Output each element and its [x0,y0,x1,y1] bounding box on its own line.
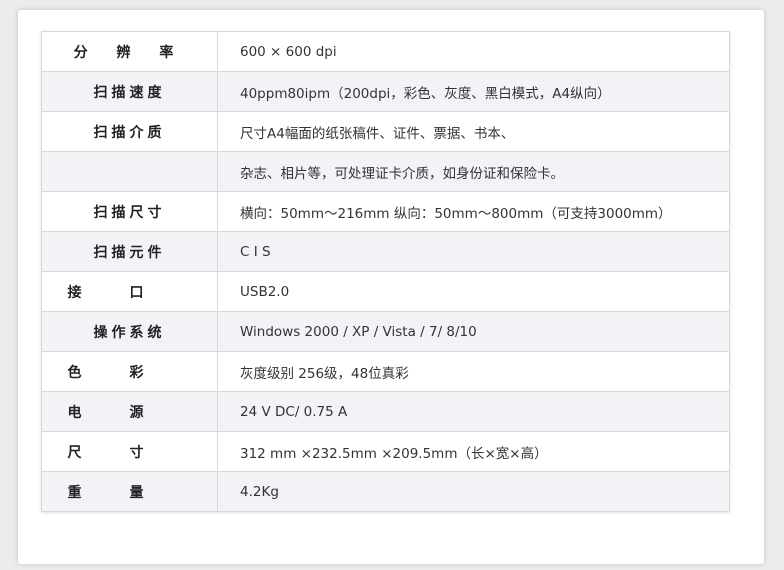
spec-label [41,151,218,192]
spec-table: 分 辨 率 600 × 600 dpi 扫描速度 40ppm80ipm（200d… [41,31,730,512]
spec-card: 分 辨 率 600 × 600 dpi 扫描速度 40ppm80ipm（200d… [18,10,764,564]
spec-label: 操作系统 [41,311,218,352]
spec-value: C I S [217,231,730,272]
table-row: 电源 24 V DC/ 0.75 A [41,391,730,432]
table-row: 扫描速度 40ppm80ipm（200dpi，彩色、灰度、黑白模式，A4纵向） [41,71,730,112]
spec-label: 尺寸 [41,431,218,472]
table-row: 扫描介质 尺寸A4幅面的纸张稿件、证件、票据、书本、 [41,111,730,152]
spec-label: 电源 [41,391,218,432]
table-row: 操作系统 Windows 2000 / XP / Vista / 7/ 8/10 [41,311,730,352]
spec-value: Windows 2000 / XP / Vista / 7/ 8/10 [217,311,730,352]
table-row: 接口 USB2.0 [41,271,730,312]
spec-label: 扫描速度 [41,71,218,112]
table-row: 重量 4.2Kg [41,471,730,512]
spec-value: 600 × 600 dpi [217,31,730,72]
table-row: 分 辨 率 600 × 600 dpi [41,31,730,72]
spec-value: 横向：50mm～216mm 纵向：50mm～800mm（可支持3000mm） [217,191,730,232]
spec-value: 4.2Kg [217,471,730,512]
spec-label: 重量 [41,471,218,512]
table-row: 扫描元件 C I S [41,231,730,272]
spec-value: 40ppm80ipm（200dpi，彩色、灰度、黑白模式，A4纵向） [217,71,730,112]
table-row: 尺寸 312 mm ×232.5mm ×209.5mm（长×宽×高） [41,431,730,472]
spec-label: 接口 [41,271,218,312]
spec-value: 24 V DC/ 0.75 A [217,391,730,432]
table-row: 扫描尺寸 横向：50mm～216mm 纵向：50mm～800mm（可支持3000… [41,191,730,232]
spec-label: 扫描介质 [41,111,218,152]
spec-value: 312 mm ×232.5mm ×209.5mm（长×宽×高） [217,431,730,472]
spec-label: 分 辨 率 [41,31,218,72]
spec-label: 扫描元件 [41,231,218,272]
spec-value: 杂志、相片等，可处理证卡介质，如身份证和保险卡。 [217,151,730,192]
spec-value: 尺寸A4幅面的纸张稿件、证件、票据、书本、 [217,111,730,152]
table-row: 色彩 灰度级别 256级，48位真彩 [41,351,730,392]
table-row: 杂志、相片等，可处理证卡介质，如身份证和保险卡。 [41,151,730,192]
spec-label: 扫描尺寸 [41,191,218,232]
spec-value: USB2.0 [217,271,730,312]
spec-label: 色彩 [41,351,218,392]
spec-value: 灰度级别 256级，48位真彩 [217,351,730,392]
